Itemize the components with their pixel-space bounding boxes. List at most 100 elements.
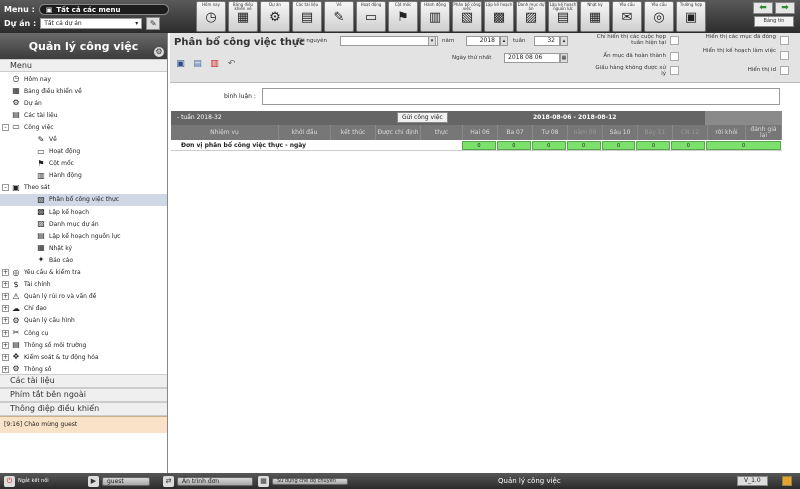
full-screen-button[interactable]: ▦ Sử dụng chế độ chuyển	[258, 475, 348, 487]
toolbar-button-calendar[interactable]: Lập kế hoạch ▩	[484, 1, 514, 32]
toolbar-button-gear[interactable]: Dự án ⚙	[260, 1, 290, 32]
option-hide-unprocessed-checkbox[interactable]	[670, 66, 679, 75]
first-day-field[interactable]: 2018 08 06	[504, 53, 560, 63]
toolbar-button-document[interactable]: Các tài liệu ▤	[292, 1, 322, 32]
toolbar-button-flag[interactable]: Cột mốc ⚑	[388, 1, 418, 32]
sidebar-item[interactable]: - ▣ Theo sát	[0, 182, 167, 194]
sidebar-item[interactable]: ▤ Các tài liệu	[0, 109, 167, 121]
edit-project-button[interactable]: ✎	[146, 17, 161, 30]
allocation-cell[interactable]: 0	[706, 141, 782, 150]
pdf-icon[interactable]: ▥	[208, 58, 221, 70]
save-icon[interactable]: ▣	[174, 58, 187, 70]
calendar-icon[interactable]: ▦	[560, 53, 568, 63]
allocation-cell[interactable]: 0	[496, 141, 531, 150]
column-header[interactable]: Được chỉ định	[376, 125, 421, 140]
column-header[interactable]: thực	[421, 125, 463, 140]
hide-menu-button[interactable]: ⇄ Ẩn trình đơn	[163, 475, 253, 487]
year-field[interactable]: 2018	[466, 36, 500, 46]
sidebar-item[interactable]: + ⚙ Quản lý cấu hình	[0, 315, 167, 327]
column-header[interactable]: đánh giá lại	[746, 125, 782, 140]
sidebar-item[interactable]: ⚑ Cột mốc	[0, 158, 167, 170]
sidebar-item[interactable]: ✎ Về	[0, 133, 167, 145]
allocation-cell[interactable]: 0	[671, 141, 706, 150]
project-select[interactable]: Tất cả dự án ▾	[40, 18, 143, 29]
toolbar-button-portfolio[interactable]: Danh mục dự án ▨	[516, 1, 546, 32]
sidebar-item[interactable]: ◷ Hôm nay	[0, 73, 167, 85]
sidebar-item[interactable]: - ▭ Công việc	[0, 121, 167, 133]
sidebar-item[interactable]: ▩ Lập kế hoạch	[0, 206, 167, 218]
sidebar-item[interactable]: + ✂ Công cụ	[0, 327, 167, 339]
sidebar-item[interactable]: ⚙ Dự án	[0, 97, 167, 109]
option-hide-done-checkbox[interactable]	[670, 52, 679, 61]
collapse-icon[interactable]: -	[2, 123, 9, 131]
forward-button[interactable]: ➡	[775, 2, 795, 14]
toolbar-button-diary[interactable]: Nhật ký ▦	[580, 1, 610, 32]
option-show-workplan-checkbox[interactable]	[780, 51, 789, 60]
disconnect-button[interactable]: ⏻ Ngắt kết nối	[4, 475, 50, 487]
expand-icon[interactable]: +	[2, 305, 9, 313]
sidebar-item[interactable]: ✦ Báo cáo	[0, 254, 167, 266]
sidebar-item[interactable]: + ⚙ Thông số	[0, 363, 167, 375]
sidebar-section-console[interactable]: Thông điệp điều khiển	[0, 402, 167, 416]
toolbar-button-resource[interactable]: Lập kế hoạch nguồn lực ▤	[548, 1, 578, 32]
allocation-cell[interactable]: 0	[636, 141, 671, 150]
sidebar-section-external-shortcuts[interactable]: Phím tắt bên ngoài	[0, 388, 167, 402]
send-work-button[interactable]: Gửi công việc	[397, 112, 448, 123]
allocation-cell[interactable]: 0	[462, 141, 496, 150]
collapse-icon[interactable]: -	[2, 184, 9, 192]
column-header[interactable]: Ba 07	[498, 125, 533, 140]
toolbar-button-allocation[interactable]: Phân bổ công việc ▧	[452, 1, 482, 32]
column-header[interactable]: Tư 08	[533, 125, 568, 140]
toolbar-button-target[interactable]: Yêu cầu ◎	[644, 1, 674, 32]
column-header[interactable]: Bảy 11	[638, 125, 673, 140]
news-button[interactable]: Bảng tin	[754, 16, 794, 27]
sidebar-section-documents[interactable]: Các tài liệu	[0, 374, 167, 388]
expand-icon[interactable]: +	[2, 329, 9, 337]
undo-icon[interactable]: ↶	[225, 58, 238, 70]
toolbar-button-case[interactable]: Trường hợp ▣	[676, 1, 706, 32]
sidebar-item[interactable]: ▨ Danh mục dự án	[0, 218, 167, 230]
expand-icon[interactable]: +	[2, 317, 9, 325]
sidebar-item[interactable]: + ▤ Thông số môi trường	[0, 339, 167, 351]
toolbar-button-dashboard[interactable]: Bảng điều khiển về ▦	[228, 1, 258, 32]
comment-input[interactable]	[262, 88, 780, 105]
week-stepper[interactable]: ▴	[560, 36, 568, 46]
toolbar-button-pencil[interactable]: Về ✎	[324, 1, 354, 32]
expand-icon[interactable]: +	[2, 293, 9, 301]
menu-selector[interactable]: ▣ Tất cả các menu	[38, 4, 169, 15]
user-box[interactable]: ▶ guest	[88, 475, 150, 487]
sidebar-item[interactable]: ▥ Hành động	[0, 170, 167, 182]
week-field[interactable]: 32	[534, 36, 560, 46]
expand-icon[interactable]: +	[2, 281, 9, 289]
column-header[interactable]: Hai 06	[463, 125, 498, 140]
column-header[interactable]: Nhiệm vụ	[171, 125, 279, 140]
option-show-id-checkbox[interactable]	[780, 66, 789, 75]
expand-icon[interactable]: +	[2, 353, 9, 361]
toolbar-button-clock[interactable]: Hôm nay ◷	[196, 1, 226, 32]
resource-select[interactable]	[340, 36, 438, 46]
option-show-closed-checkbox[interactable]	[780, 36, 789, 45]
column-header[interactable]: CN 12	[673, 125, 708, 140]
sidebar-section-menu[interactable]: Menu	[0, 59, 167, 72]
expand-icon[interactable]: +	[2, 269, 9, 277]
gear-icon[interactable]: ⚙	[154, 47, 164, 57]
sidebar-item[interactable]: ▤ Lập kế hoạch nguồn lực	[0, 230, 167, 242]
column-header[interactable]: kết thúc	[331, 125, 376, 140]
sidebar-item[interactable]: + ◎ Yêu cầu & kiểm tra	[0, 267, 167, 279]
sidebar-item[interactable]: ▦ Bảng điều khiển về	[0, 85, 167, 97]
year-stepper[interactable]: ▴	[500, 36, 508, 46]
sidebar-item[interactable]: ▧ Phân bổ công việc thực	[0, 193, 167, 207]
sidebar-item[interactable]: ▭ Hoạt động	[0, 146, 167, 158]
expand-icon[interactable]: +	[2, 365, 9, 373]
toolbar-button-request[interactable]: Yêu cầu ✉	[612, 1, 642, 32]
sidebar-item[interactable]: + ⚠ Quản lý rủi ro và vấn đề	[0, 291, 167, 303]
expand-icon[interactable]: +	[2, 341, 9, 349]
sidebar-item[interactable]: + ☁ Chỉ đạo	[0, 303, 167, 315]
column-header[interactable]: Sáu 10	[603, 125, 638, 140]
allocation-cell[interactable]: 0	[566, 141, 601, 150]
column-header[interactable]: năm 09	[568, 125, 603, 140]
allocation-cell[interactable]: 0	[601, 141, 636, 150]
chevron-down-icon[interactable]: ▾	[428, 36, 436, 46]
column-header[interactable]: khởi đầu	[279, 125, 331, 140]
allocation-cell[interactable]: 0	[531, 141, 566, 150]
